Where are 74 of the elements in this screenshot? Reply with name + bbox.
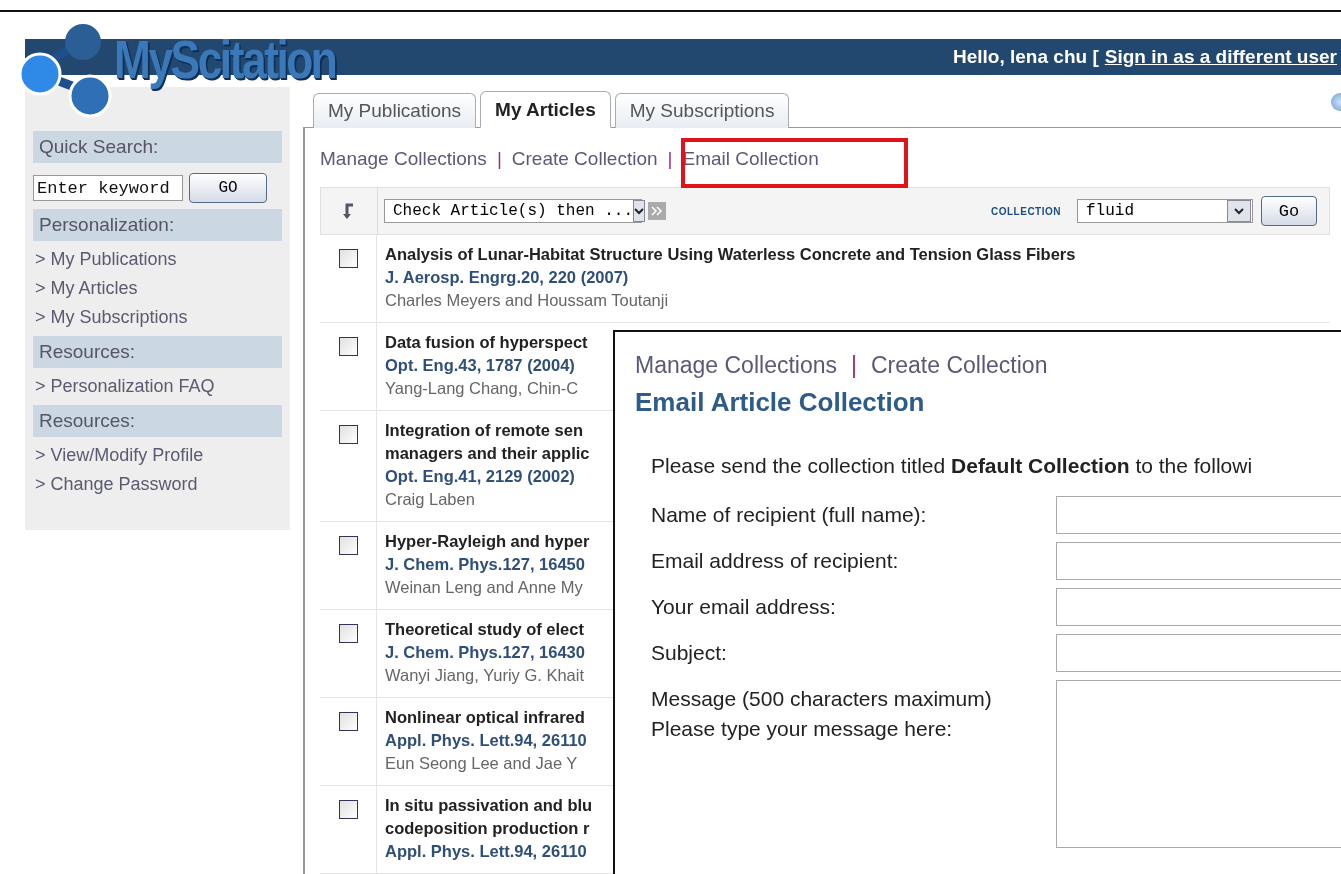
intro-text: Please send the collection titled Default Collection to the followi xyxy=(651,454,1254,478)
sidebar-link[interactable]: > My Publications xyxy=(33,245,282,274)
collection-label: COLLECTION xyxy=(991,205,1061,217)
article-title[interactable]: In situ passivation and blu xyxy=(385,794,593,817)
sidebar-heading: Resources: xyxy=(33,405,282,437)
input-field[interactable] xyxy=(1056,634,1341,672)
article-authors: Eun Seong Lee and Jae Y xyxy=(385,753,579,774)
sidebar-link[interactable]: > View/Modify Profile xyxy=(33,441,282,470)
return-arrow-icon[interactable] xyxy=(343,203,355,219)
go-button[interactable]: Go xyxy=(1261,196,1317,226)
link-separator: | xyxy=(667,148,673,170)
field-label: Your email address: xyxy=(651,594,837,620)
input-field[interactable] xyxy=(1056,542,1341,580)
field-label: Message (500 characters maximum) xyxy=(651,686,993,712)
article-checkbox[interactable] xyxy=(338,337,358,356)
sidebar-heading: Quick Search: xyxy=(33,131,282,163)
article-title[interactable]: Nonlinear optical infrared xyxy=(385,706,587,729)
tab[interactable]: My Articles xyxy=(480,91,611,128)
article-authors: Wanyi Jiang, Yuriy G. Khait xyxy=(385,665,585,686)
collection-select[interactable]: fluid xyxy=(1077,199,1253,223)
article-authors: Weinan Leng and Anne My xyxy=(385,577,584,598)
tab[interactable]: My Subscriptions xyxy=(614,93,790,128)
journal-citation[interactable]: Opt. Eng.43, 1787 (2004) xyxy=(385,354,588,377)
input-field[interactable] xyxy=(1056,588,1341,626)
panel-heading: Email Article Collection xyxy=(635,387,926,418)
article-title[interactable]: Integration of remote sen xyxy=(385,419,590,442)
sidebar-link[interactable]: > My Articles xyxy=(33,274,282,303)
tab[interactable]: My Publications xyxy=(313,93,477,128)
field-label: Please type your message here: xyxy=(651,716,954,742)
sidebar-link[interactable]: > My Subscriptions xyxy=(33,303,282,332)
article-title[interactable]: codeposition production r xyxy=(385,817,593,840)
message-field[interactable] xyxy=(1056,680,1341,848)
sign-in-link[interactable]: Sign in as a different user xyxy=(1104,46,1337,68)
article-authors: Craig Laben xyxy=(385,489,476,510)
article-checkbox[interactable] xyxy=(338,712,358,731)
collection-link[interactable]: Create Collection xyxy=(511,148,658,170)
go-button[interactable]: GO xyxy=(189,173,267,203)
action-select[interactable]: Check Article(s) then ... xyxy=(384,199,642,223)
collection-link[interactable]: Manage Collections xyxy=(635,352,837,379)
journal-citation[interactable]: J. Chem. Phys.127, 16430 xyxy=(385,641,585,664)
journal-citation[interactable]: J. Chem. Phys.127, 16450 xyxy=(385,553,590,576)
journal-citation[interactable]: Appl. Phys. Lett.94, 26110 xyxy=(385,840,593,863)
field-label: Subject: xyxy=(651,640,728,666)
article-authors: Yang-Lang Chang, Chin-C xyxy=(385,378,580,399)
journal-citation[interactable]: Opt. Eng.41, 2129 (2002) xyxy=(385,465,590,488)
sidebar-link[interactable]: > Personalization FAQ xyxy=(33,372,282,401)
article-checkbox[interactable] xyxy=(338,425,358,444)
sidebar-link[interactable]: > Change Password xyxy=(33,470,282,499)
article-title[interactable]: Data fusion of hyperspect xyxy=(385,331,588,354)
sidebar-heading: Resources: xyxy=(33,336,282,368)
journal-citation[interactable]: J. Aerosp. Engrg.20, 220 (2007) xyxy=(385,266,1076,289)
article-checkbox[interactable] xyxy=(338,624,358,643)
greeting-text: Hello, lena chu [ xyxy=(953,46,1099,68)
field-label: Name of recipient (full name): xyxy=(651,502,928,528)
article-checkbox[interactable] xyxy=(338,800,358,819)
link-separator: | xyxy=(496,148,502,170)
article-title[interactable]: Theoretical study of elect xyxy=(385,618,585,641)
caret-icon xyxy=(1234,207,1244,215)
article-checkbox[interactable] xyxy=(338,536,358,555)
journal-citation[interactable]: Appl. Phys. Lett.94, 26110 xyxy=(385,729,587,752)
article-title[interactable]: Hyper-Rayleigh and hyper xyxy=(385,530,590,553)
site-logo: MyScitation xyxy=(114,28,336,90)
sidebar-heading: Personalization: xyxy=(33,209,282,241)
collection-link[interactable]: Create Collection xyxy=(871,352,1048,379)
article-title[interactable]: managers and their applic xyxy=(385,442,590,465)
article-title[interactable]: Analysis of Lunar-Habitat Structure Using Waterless Concrete and Tension Glass Fibers xyxy=(385,243,1076,266)
keyword-field[interactable]: Enter keyword xyxy=(33,175,183,201)
caret-icon xyxy=(634,207,645,215)
article-checkbox[interactable] xyxy=(338,249,358,268)
input-field[interactable] xyxy=(1056,496,1341,534)
link-separator: | xyxy=(851,352,857,379)
article-authors: Charles Meyers and Houssam Toutanji xyxy=(385,290,670,311)
field-label: Email address of recipient: xyxy=(651,548,900,574)
collection-link[interactable]: Manage Collections xyxy=(320,148,487,170)
